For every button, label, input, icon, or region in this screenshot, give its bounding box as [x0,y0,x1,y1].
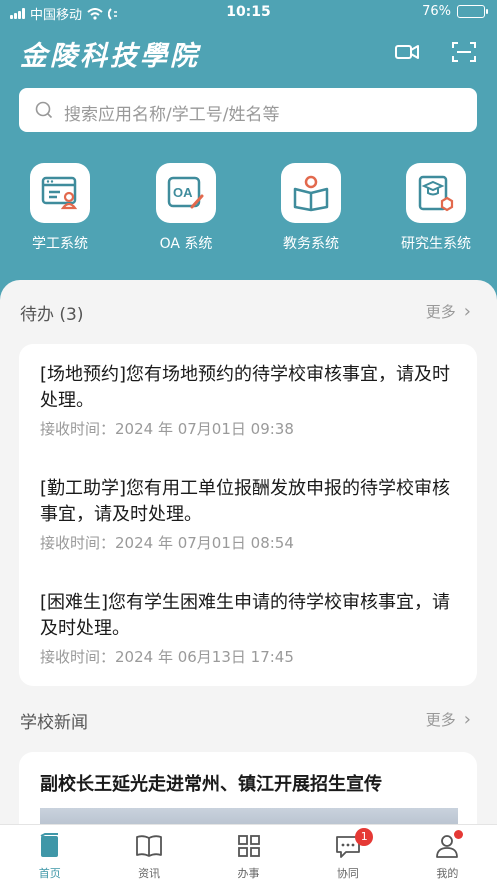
tab-home[interactable]: 首页 [0,825,99,883]
quick-app-student-affairs[interactable]: 学工系统 [5,163,115,253]
todo-title: [勤工助学]您有用工单位报酬发放申报的待学校审核事宜，请及时处理。 [40,478,451,525]
tab-news[interactable]: 资讯 [99,825,198,883]
student-affairs-icon [41,176,78,210]
search-input[interactable]: 搜索应用名称/学工号/姓名等 [19,88,477,132]
grid-icon [237,835,260,857]
todo-more-link[interactable]: 更多 [426,301,471,322]
news-more-link[interactable]: 更多 [426,709,471,730]
todo-title: [困难生]您有学生困难生申请的待学校审核事宜，请及时处理。 [40,592,451,639]
battery-icon [457,5,488,18]
tab-label: 资讯 [138,867,161,880]
tab-label: 首页 [38,867,61,880]
news-section-header: 学校新闻 更多 [20,708,477,733]
todo-card: [场地预约]您有场地预约的待学校审核事宜，请及时处理。 接收时间：2024 年 … [19,344,477,686]
tab-label: 办事 [237,867,260,880]
battery-percent: 76% [422,4,451,19]
app-brand-logo: 金陵科技學院 [20,41,200,72]
todo-item[interactable]: [场地预约]您有场地预约的待学校审核事宜，请及时处理。 接收时间：2024 年 … [40,362,460,439]
quick-app-label: 教务系统 [283,236,339,252]
oa-icon: OA [167,176,204,209]
quick-app-label: 学工系统 [32,236,88,252]
unread-badge: 1 [355,828,374,846]
quick-app-label: 研究生系统 [401,236,471,252]
tab-label: 我的 [436,867,459,880]
home-icon [40,833,58,857]
todo-title: [场地预约]您有场地预约的待学校审核事宜，请及时处理。 [40,364,451,411]
scan-icon[interactable] [451,40,477,64]
todo-item[interactable]: [勤工助学]您有用工单位报酬发放申报的待学校审核事宜，请及时处理。 接收时间：2… [40,476,460,553]
news-headline: 副校长王延光走进常州、镇江开展招生宣传 [40,774,382,795]
tab-collab[interactable]: 1 协同 [298,825,397,883]
status-bar: 中国移动 10:15 76% [0,0,497,26]
todo-section-header: 待办 (3) 更多 [20,300,477,325]
graduate-icon [418,175,454,212]
todo-time: 接收时间：2024 年 07月01日 09:38 [40,420,294,438]
tab-profile[interactable]: 我的 [398,825,497,883]
tab-bar: 首页 资讯 办事 1 协同 我的 [0,824,497,883]
book-icon [136,835,163,857]
quick-app-oa[interactable]: OA OA 系统 [131,163,241,253]
section-title: 学校新闻 [20,713,88,733]
todo-time: 接收时间：2024 年 07月01日 08:54 [40,534,294,552]
search-placeholder: 搜索应用名称/学工号/姓名等 [64,105,280,125]
tab-label: 协同 [336,867,359,880]
section-title: 待办 (3) [20,305,84,325]
todo-item[interactable]: [困难生]您有学生困难生申请的待学校审核事宜，请及时处理。 接收时间：2024 … [40,590,460,667]
tab-services[interactable]: 办事 [199,825,298,883]
svg-text:OA: OA [173,185,193,200]
quick-app-label: OA 系统 [159,236,213,252]
notification-dot [453,830,463,839]
academic-icon [293,175,329,212]
video-camera-icon[interactable] [394,40,420,64]
todo-time: 接收时间：2024 年 06月13日 17:45 [40,648,294,666]
quick-app-graduate[interactable]: 研究生系统 [381,163,491,253]
quick-app-academic[interactable]: 教务系统 [256,163,366,253]
search-icon [35,101,53,119]
